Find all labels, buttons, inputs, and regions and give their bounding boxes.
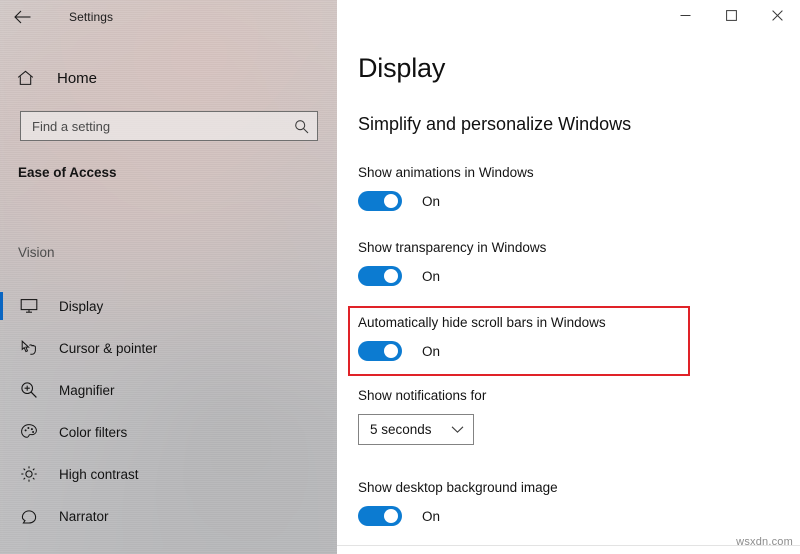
- app-title: Settings: [69, 10, 113, 24]
- sidebar-group-heading: Vision: [18, 245, 55, 260]
- search-input[interactable]: Find a setting: [20, 111, 318, 141]
- sidebar-item-color-filters[interactable]: Color filters: [0, 411, 337, 453]
- back-arrow-icon[interactable]: [0, 1, 45, 32]
- sidebar-item-color-filters-label: Color filters: [59, 425, 127, 440]
- toggle-show-animations[interactable]: [358, 191, 402, 211]
- sidebar-item-home-label: Home: [57, 70, 97, 87]
- toggle-show-desktop-background-image[interactable]: [358, 506, 402, 526]
- minimize-button[interactable]: [662, 0, 708, 31]
- sidebar-item-narrator-label: Narrator: [59, 509, 109, 524]
- sidebar-item-display-label: Display: [59, 299, 103, 314]
- search-placeholder: Find a setting: [32, 119, 294, 134]
- toggle-state-label: On: [422, 344, 440, 359]
- sidebar-nav-list: Display Cursor & pointer: [0, 285, 337, 537]
- color-palette-icon: [18, 421, 40, 443]
- monitor-icon: [18, 295, 40, 317]
- toggle-knob: [384, 194, 398, 208]
- home-icon: [17, 70, 37, 86]
- setting-label: Show animations in Windows: [358, 165, 534, 180]
- setting-label: Show desktop background image: [358, 480, 558, 495]
- sidebar-item-magnifier-label: Magnifier: [59, 383, 115, 398]
- window-controls: [662, 0, 800, 31]
- speech-icon: [18, 505, 40, 527]
- toggle-knob: [384, 269, 398, 283]
- toggle-auto-hide-scroll-bars[interactable]: [358, 341, 402, 361]
- toggle-knob: [384, 509, 398, 523]
- sidebar-item-magnifier[interactable]: Magnifier: [0, 369, 337, 411]
- toggle-row: On: [358, 341, 606, 361]
- sidebar-item-home[interactable]: Home: [17, 64, 97, 92]
- close-button[interactable]: [754, 0, 800, 31]
- section-title: Simplify and personalize Windows: [358, 114, 631, 135]
- search-icon[interactable]: [294, 119, 309, 134]
- cursor-hand-icon: [18, 337, 40, 359]
- toggle-row: On: [358, 266, 546, 286]
- setting-show-transparency: Show transparency in Windows On: [358, 240, 546, 286]
- magnifier-icon: [18, 379, 40, 401]
- chevron-down-icon: [451, 425, 464, 434]
- page-title: Display: [358, 53, 445, 84]
- toggle-state-label: On: [422, 509, 440, 524]
- toggle-row: On: [358, 191, 534, 211]
- notifications-duration-dropdown[interactable]: 5 seconds: [358, 414, 474, 445]
- sidebar-item-cursor-pointer[interactable]: Cursor & pointer: [0, 327, 337, 369]
- setting-show-animations: Show animations in Windows On: [358, 165, 534, 211]
- toggle-state-label: On: [422, 269, 440, 284]
- selection-indicator: [0, 292, 3, 320]
- toggle-knob: [384, 344, 398, 358]
- toggle-state-label: On: [422, 194, 440, 209]
- setting-show-desktop-background-image: Show desktop background image On: [358, 480, 558, 526]
- maximize-button[interactable]: [708, 0, 754, 31]
- sidebar-item-high-contrast[interactable]: High contrast: [0, 453, 337, 495]
- sidebar: Settings Home Find a setting: [0, 0, 337, 554]
- sidebar-item-display[interactable]: Display: [0, 285, 337, 327]
- sun-contrast-icon: [18, 463, 40, 485]
- setting-show-notifications-for: Show notifications for 5 seconds: [358, 388, 486, 445]
- setting-auto-hide-scroll-bars: Automatically hide scroll bars in Window…: [358, 315, 606, 361]
- sidebar-item-narrator[interactable]: Narrator: [0, 495, 337, 537]
- titlebar: Settings: [0, 0, 337, 33]
- setting-label: Show notifications for: [358, 388, 486, 403]
- dropdown-selected-value: 5 seconds: [370, 422, 432, 437]
- toggle-row: On: [358, 506, 558, 526]
- settings-window: Settings Home Find a setting: [0, 0, 800, 554]
- main-content: Display Simplify and personalize Windows…: [337, 0, 800, 554]
- sidebar-item-cursor-pointer-label: Cursor & pointer: [59, 341, 157, 356]
- sidebar-category-heading: Ease of Access: [18, 165, 117, 180]
- watermark: wsxdn.com: [736, 536, 793, 548]
- setting-label: Show transparency in Windows: [358, 240, 546, 255]
- sidebar-item-high-contrast-label: High contrast: [59, 467, 139, 482]
- toggle-show-transparency[interactable]: [358, 266, 402, 286]
- setting-label: Automatically hide scroll bars in Window…: [358, 315, 606, 330]
- content-bottom-divider: [337, 545, 800, 546]
